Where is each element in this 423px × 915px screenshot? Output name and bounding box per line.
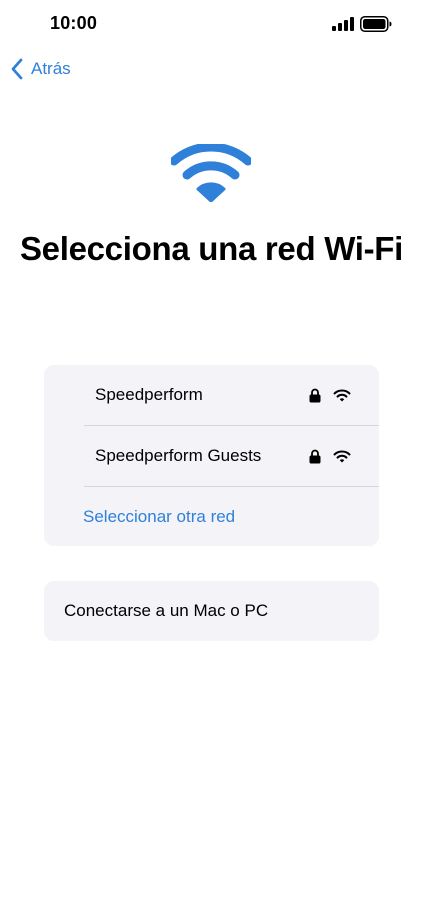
- battery-icon: [360, 16, 392, 32]
- lock-icon: [309, 449, 321, 464]
- back-label: Atrás: [31, 59, 71, 78]
- status-bar: 10:00: [0, 0, 423, 50]
- connect-mac-pc-button[interactable]: Conectarse a un Mac o PC: [44, 581, 379, 641]
- network-row-speedperform-guests[interactable]: Speedperform Guests: [44, 426, 379, 486]
- select-other-network-link[interactable]: Seleccionar otra red: [83, 507, 235, 527]
- network-name: Speedperform: [95, 385, 203, 404]
- wifi-signal-icon: [333, 389, 351, 402]
- wifi-icon: [171, 144, 251, 202]
- network-name: Speedperform Guests: [95, 446, 262, 465]
- lock-icon: [309, 388, 321, 403]
- back-button[interactable]: Atrás: [10, 55, 71, 83]
- connect-mac-pc-label: Conectarse a un Mac o PC: [64, 601, 269, 620]
- status-time: 10:00: [50, 13, 98, 33]
- divider: [84, 486, 379, 487]
- chevron-left-icon: [11, 58, 23, 80]
- network-row-speedperform[interactable]: Speedperform: [44, 365, 379, 425]
- network-list: Speedperform Speedperform Guests Selecci…: [44, 365, 379, 546]
- page-title: Selecciona una red Wi-Fi: [19, 230, 404, 267]
- wifi-signal-icon: [333, 450, 351, 463]
- cellular-signal-icon: [332, 17, 354, 31]
